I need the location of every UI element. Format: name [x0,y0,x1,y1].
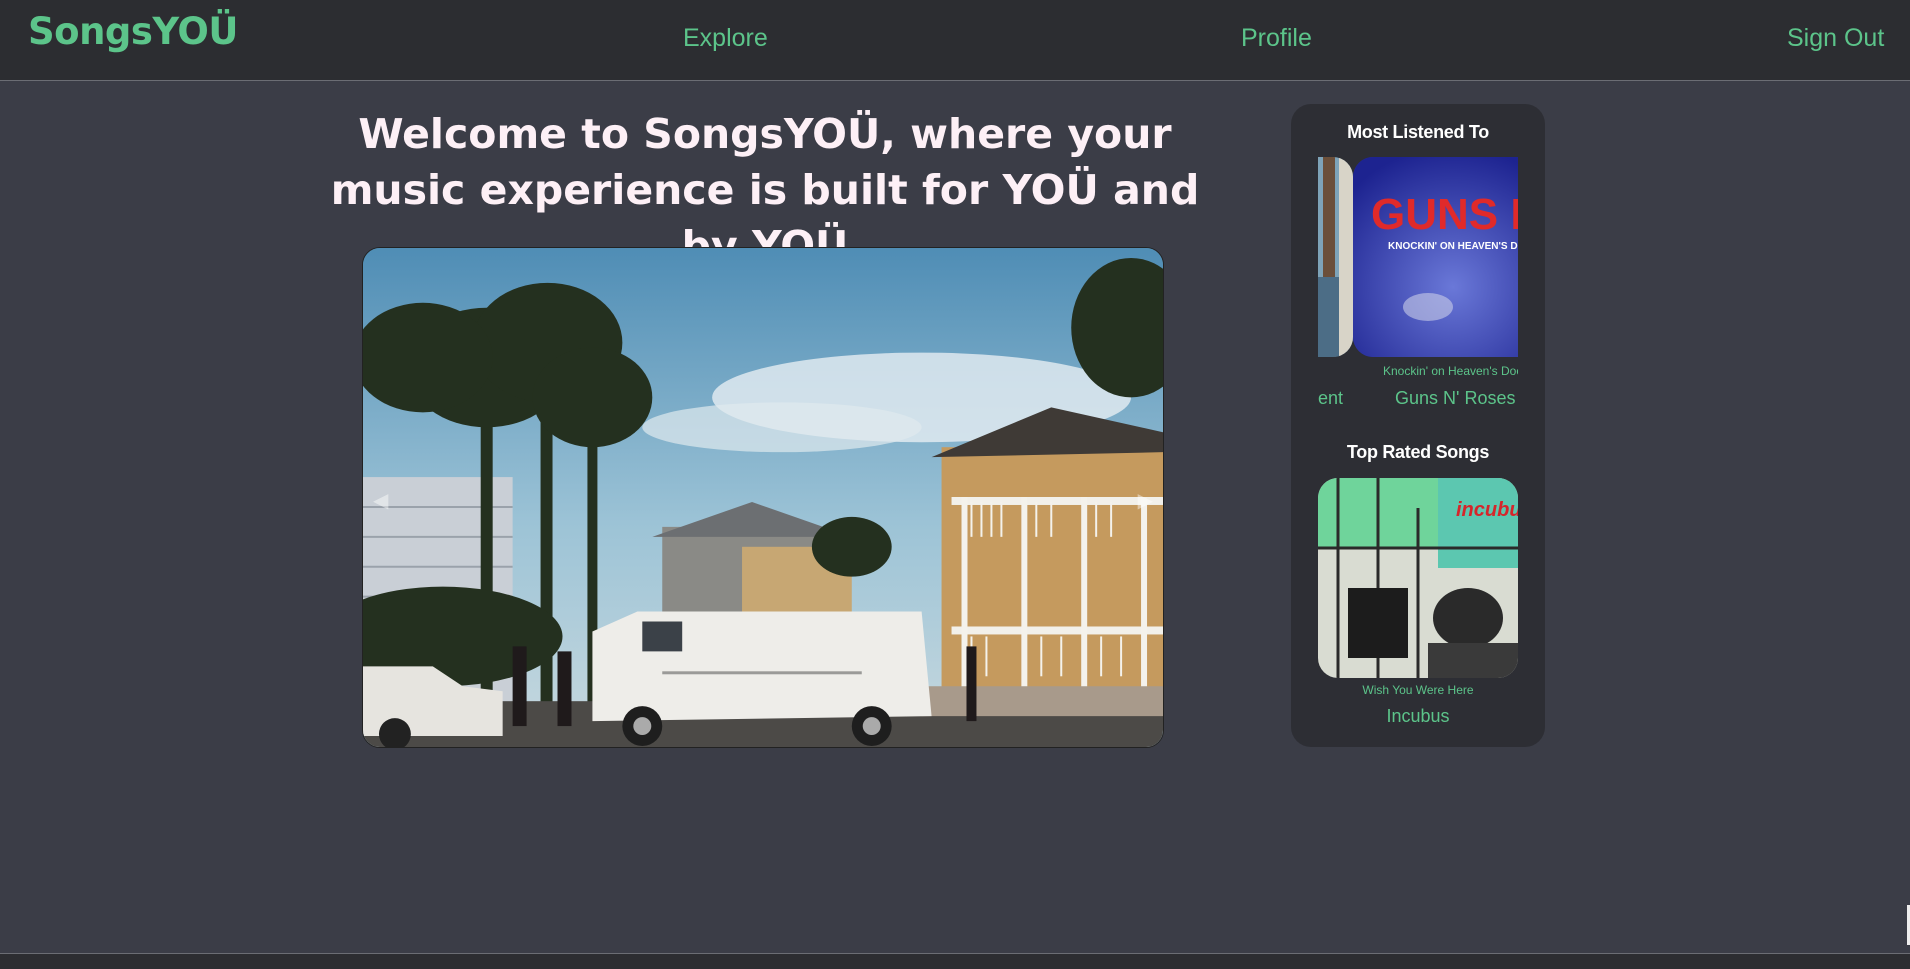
hero-carousel[interactable]: ◀ ▶ [362,247,1164,748]
album-cover-guns-n-roses[interactable]: GUNS N' ROSE KNOCKIN' ON HEAVEN'S DOOR [1353,157,1518,357]
album-cover-subtext: KNOCKIN' ON HEAVEN'S DOOR [1388,241,1518,252]
album-cover-text: GUNS N' ROSE [1371,190,1518,239]
top-song-title[interactable]: Wish You Were Here [1291,683,1545,697]
top-artist-name[interactable]: Incubus [1291,706,1545,727]
nav-profile-link[interactable]: Profile [1241,24,1312,53]
top-rated-heading: Top Rated Songs [1346,442,1490,462]
nav-explore-link[interactable]: Explore [683,24,768,53]
top-navbar: SongsYOÜ Explore Profile Sign Out [0,0,1910,81]
artist-name[interactable]: Guns N' Roses [1395,388,1515,409]
nav-sign-out-link[interactable]: Sign Out [1787,24,1884,53]
most-listened-heading: Most Listened To [1347,122,1489,142]
previous-artist-name[interactable]: ent [1318,388,1343,409]
most-listened-carousel[interactable]: GUNS N' ROSE KNOCKIN' ON HEAVEN'S DOOR ▶… [1318,157,1518,417]
sidebar-panel: Most Listened To GUNS N' ROSE KNO [1291,104,1545,747]
brand-logo[interactable]: SongsYOÜ [28,10,238,53]
previous-album-cover[interactable] [1318,157,1353,357]
page-footer [0,953,1910,969]
album-cover-incubus[interactable]: incubus [1318,478,1518,678]
chevron-left-icon[interactable]: ◀ [373,488,388,512]
hero-image [363,248,1163,747]
album-cover-text: incubus [1456,499,1518,521]
song-title[interactable]: Knockin' on Heaven's Doo [1383,364,1518,378]
chevron-right-icon[interactable]: ▶ [1138,488,1153,512]
